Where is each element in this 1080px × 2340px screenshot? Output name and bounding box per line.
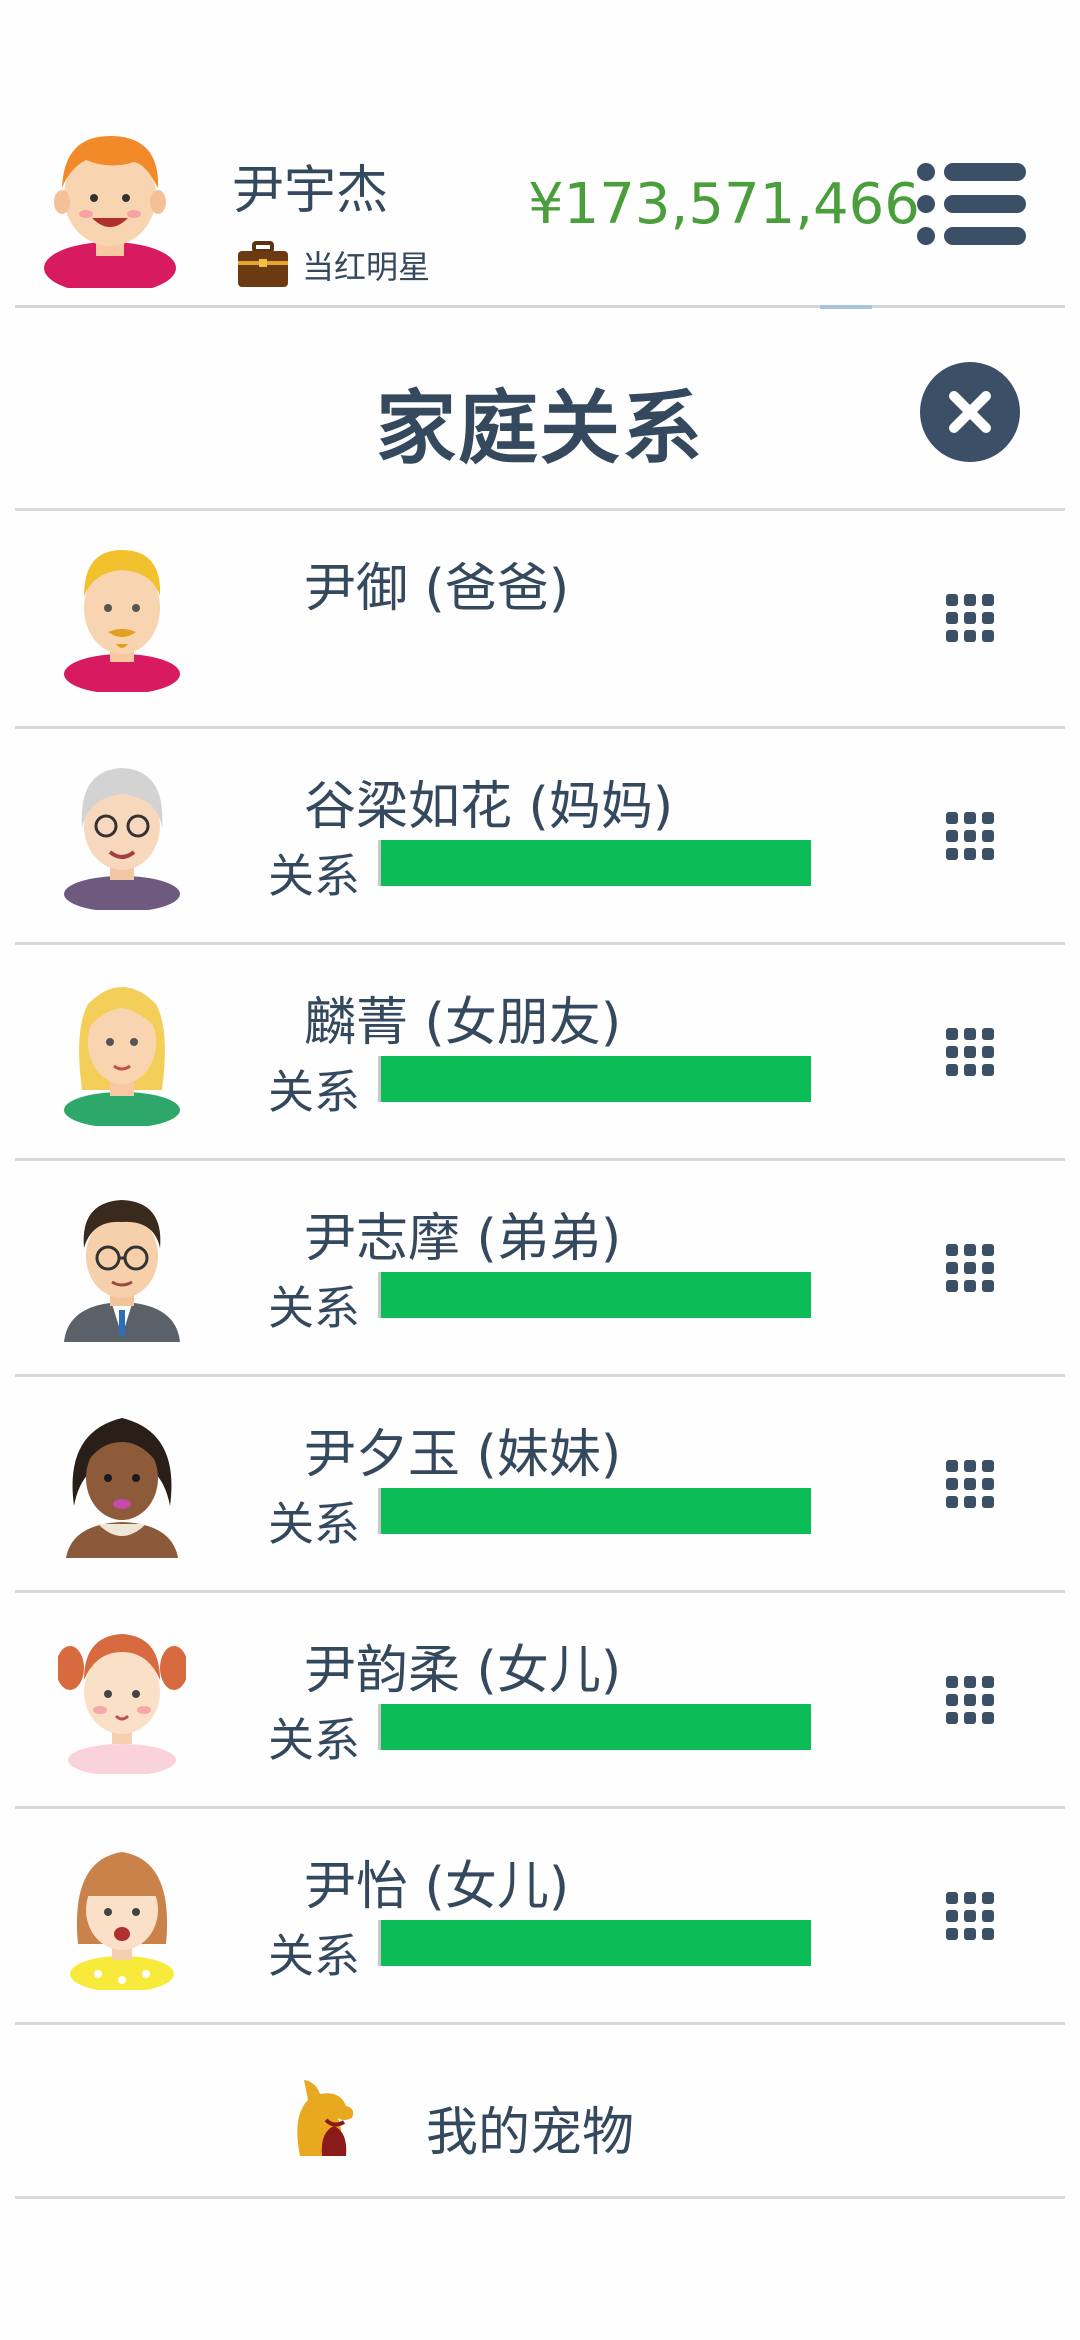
grid-icon[interactable] xyxy=(944,1458,996,1510)
relationship-bar xyxy=(378,1704,811,1750)
relationship-bar xyxy=(378,1488,811,1534)
job-label: 当红明星 xyxy=(302,248,431,286)
relationship-label: 关系 xyxy=(268,849,360,903)
relationship-fill xyxy=(381,840,811,886)
dialog-header: 家庭关系 xyxy=(0,308,1080,510)
relationship-fill xyxy=(381,1704,811,1750)
player-name: 尹宇杰 xyxy=(232,161,389,221)
member-name: 尹御 (爸爸) xyxy=(304,559,570,619)
grid-icon[interactable] xyxy=(944,1674,996,1726)
my-pets-button[interactable]: 我的宠物 xyxy=(0,2018,1080,2188)
member-name: 尹怡 (女儿) xyxy=(304,1857,570,1917)
family-member-row[interactable]: 尹夕玉 (妹妹) 关系 xyxy=(0,1376,1080,1590)
close-icon[interactable] xyxy=(918,360,1022,464)
divider xyxy=(15,2196,1065,2199)
brother-avatar xyxy=(64,1200,180,1342)
member-name: 尹韵柔 (女儿) xyxy=(304,1641,622,1701)
relationship-label: 关系 xyxy=(268,1929,360,1983)
relationship-bar xyxy=(378,1920,811,1966)
top-header: 尹宇杰 当红明星 ¥173,571,466 xyxy=(0,0,1080,309)
relationship-fill xyxy=(381,1920,811,1966)
member-name: 谷梁如花 (妈妈) xyxy=(304,777,674,837)
relationship-label: 关系 xyxy=(268,1497,360,1551)
mother-avatar xyxy=(64,768,180,910)
father-avatar xyxy=(64,550,180,692)
pets-label: 我的宠物 xyxy=(426,2103,635,2163)
player-job: 当红明星 xyxy=(236,240,430,290)
grid-icon[interactable] xyxy=(944,592,996,644)
menu-icon[interactable] xyxy=(916,162,1026,246)
family-member-row[interactable]: 尹韵柔 (女儿) 关系 xyxy=(0,1592,1080,1806)
girlfriend-avatar xyxy=(64,987,180,1126)
sister-avatar xyxy=(66,1418,178,1558)
relationship-bar xyxy=(378,1056,811,1102)
family-member-row[interactable]: 尹御 (爸爸) xyxy=(0,510,1080,724)
family-member-row[interactable]: 尹志摩 (弟弟) 关系 xyxy=(0,1160,1080,1374)
player-avatar[interactable] xyxy=(36,118,184,288)
relationship-bar xyxy=(378,840,811,886)
relationship-bar xyxy=(378,1272,811,1318)
grid-icon[interactable] xyxy=(944,1890,996,1942)
briefcase-icon xyxy=(238,241,288,287)
family-member-row[interactable]: 麟菁 (女朋友) 关系 xyxy=(0,944,1080,1158)
grid-icon[interactable] xyxy=(944,1242,996,1294)
family-member-row[interactable]: 谷梁如花 (妈妈) 关系 xyxy=(0,728,1080,942)
grid-icon[interactable] xyxy=(944,1026,996,1078)
relationship-fill xyxy=(381,1056,811,1102)
member-name: 尹志摩 (弟弟) xyxy=(304,1209,622,1269)
relationship-fill xyxy=(381,1488,811,1534)
member-name: 麟菁 (女朋友) xyxy=(304,993,622,1053)
relationship-fill xyxy=(381,1272,811,1318)
grid-icon[interactable] xyxy=(944,810,996,862)
member-name: 尹夕玉 (妹妹) xyxy=(304,1425,622,1485)
family-member-row[interactable]: 尹怡 (女儿) 关系 xyxy=(0,1808,1080,2022)
dog-icon xyxy=(297,2080,354,2156)
daughter-avatar xyxy=(58,1634,186,1774)
relationship-label: 关系 xyxy=(268,1281,360,1335)
daughter-avatar xyxy=(70,1852,174,1990)
relationship-label: 关系 xyxy=(268,1713,360,1767)
relationship-label: 关系 xyxy=(268,1065,360,1119)
money-balance: ¥173,571,466 xyxy=(528,172,920,237)
